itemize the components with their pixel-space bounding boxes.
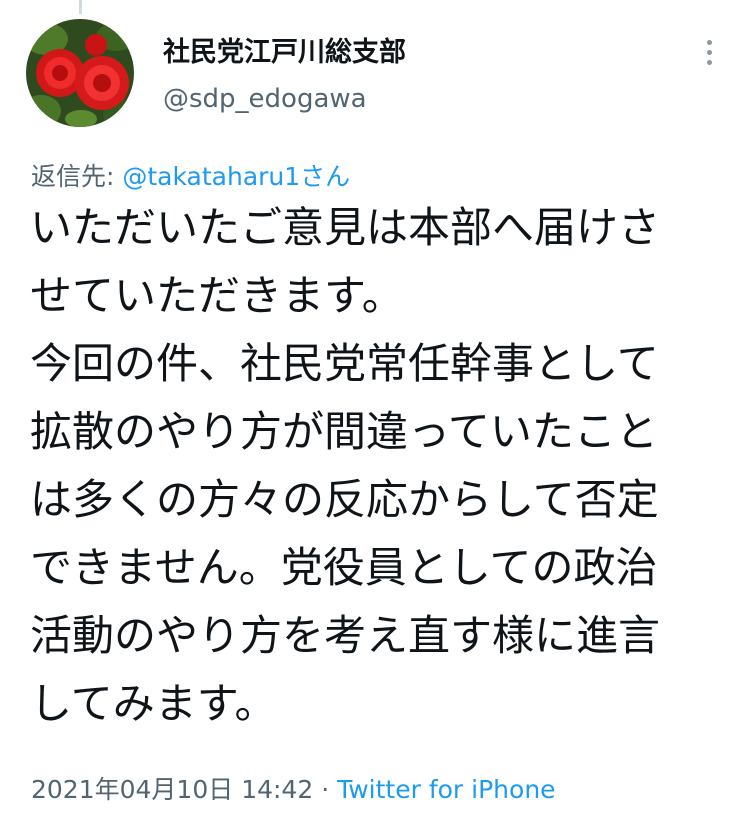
reply-to-mention: @takataharu1 [122,162,301,191]
tweet-timestamp[interactable]: 2021年04月10日 14:42 [31,775,313,804]
reply-to-mention-link[interactable]: @takataharu1さん [122,162,350,191]
tweet-text-line: 今回の件、社民党常任幹事として [30,339,659,388]
author-display-name[interactable]: 社民党江戸川総支部 [163,30,406,69]
tweet-text-line: できません。党役員としての政治 [30,543,658,592]
tweet-text-line: いただいたご意見は本部へ届けさ [30,203,661,252]
menu-dot [706,39,712,45]
tweet-text-line: せていただきます。 [30,271,404,320]
tweet-metadata: 2021年04月10日 14:42 · Twitter for iPhone [31,770,556,806]
reply-to-suffix: さん [300,162,351,191]
avatar[interactable] [26,19,134,127]
tweet-text-line: 活動のやり方を考え直す様に進言 [30,611,661,660]
menu-dot [706,49,712,55]
tweet-text: いただいたご意見は本部へ届けさ せていただきます。 今回の件、社民党常任幹事とし… [30,194,730,738]
reply-to-prefix: 返信先: [31,162,123,191]
more-vertical-icon[interactable] [694,32,724,72]
reply-to-line: 返信先: @takataharu1さん [31,157,350,193]
red-rose-avatar-icon [26,19,134,127]
author-handle[interactable]: @sdp_edogawa [163,84,367,114]
meta-separator: · [313,775,338,804]
tweet-text-line: 拡散のやり方が間違っていたこと [30,407,658,456]
menu-dot [706,59,712,65]
tweet-text-line: は多くの方々の反応からして否定 [30,475,659,524]
thread-connector-line [79,0,82,14]
tweet-source-link[interactable]: Twitter for iPhone [337,775,555,804]
tweet-text-line: してみます。 [30,679,277,728]
